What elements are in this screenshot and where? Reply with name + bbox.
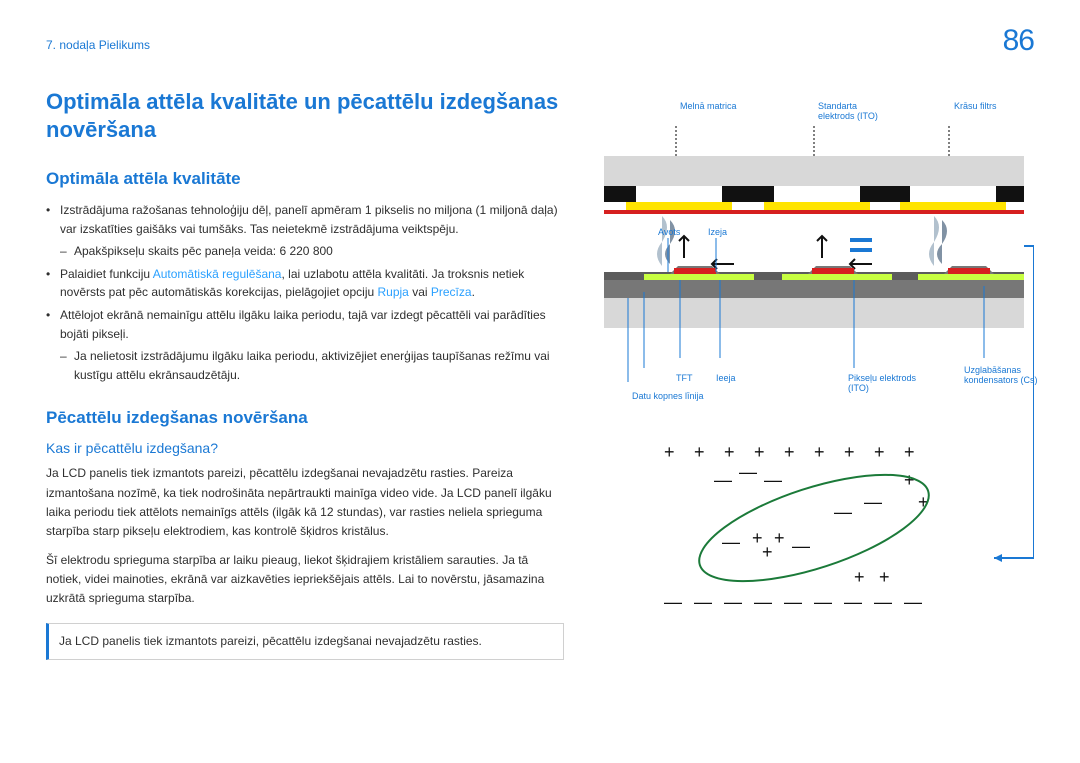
- svg-text:—: —: [784, 592, 802, 612]
- svg-text:—: —: [792, 536, 810, 556]
- inline-highlight: Automātiskā regulēšana: [153, 267, 282, 281]
- content-columns: Optimāla attēla kvalitāte un pēcattēlu i…: [46, 88, 1034, 693]
- svg-text:+: +: [874, 442, 885, 462]
- inline-highlight: Precīza: [431, 285, 472, 299]
- svg-text:+: +: [844, 442, 855, 462]
- svg-text:+: +: [694, 442, 705, 462]
- subsection-heading: Kas ir pēcattēlu izdegšana?: [46, 440, 564, 456]
- svg-text:—: —: [764, 470, 782, 490]
- svg-text:+: +: [879, 567, 890, 587]
- section-heading: Pēcattēlu izdegšanas novēršana: [46, 408, 564, 428]
- diag-label: Ieeja: [716, 374, 736, 384]
- diag-label: Pikseļu elektrods (ITO): [848, 374, 924, 394]
- svg-text:—: —: [714, 470, 732, 490]
- inline-highlight: Rupja: [378, 285, 409, 299]
- svg-text:—: —: [722, 532, 740, 552]
- svg-text:+: +: [904, 470, 915, 490]
- list-item: Palaidiet funkciju Automātiskā regulēšan…: [46, 265, 564, 302]
- svg-text:—: —: [754, 592, 772, 612]
- dash-item: Ja nelietosit izstrādājumu ilgāku laika …: [60, 347, 564, 384]
- svg-text:+: +: [752, 528, 763, 548]
- lcd-layer-diagram: +++ +++ +++ ——— + + —— — —+++ ++ ——— ———…: [604, 88, 1034, 688]
- dash-list: Apakšpikseļu skaits pēc paneļa veida: 6 …: [60, 242, 564, 261]
- dash-list: Ja nelietosit izstrādājumu ilgāku laika …: [60, 347, 564, 384]
- svg-text:—: —: [664, 592, 682, 612]
- page-number: 86: [1003, 24, 1034, 58]
- note-box: Ja LCD panelis tiek izmantots pareizi, p…: [46, 623, 564, 660]
- chapter-label: 7. nodaļa Pielikums: [46, 38, 150, 52]
- svg-text:+: +: [754, 442, 765, 462]
- svg-text:+: +: [854, 567, 865, 587]
- paragraph: Ja LCD panelis tiek izmantots pareizi, p…: [46, 464, 564, 541]
- svg-text:—: —: [864, 492, 882, 512]
- svg-text:+: +: [784, 442, 795, 462]
- diag-label: Standarta elektrods (ITO): [818, 102, 888, 122]
- diag-label: Avots: [658, 228, 680, 238]
- bullet-list: Izstrādājuma ražošanas tehnoloģiju dēļ, …: [46, 201, 564, 384]
- svg-text:+: +: [762, 542, 773, 562]
- svg-text:—: —: [814, 592, 832, 612]
- note-text: Ja LCD panelis tiek izmantots pareizi, p…: [59, 634, 482, 648]
- svg-text:—: —: [904, 592, 922, 612]
- diag-label: Melnā matrica: [680, 102, 737, 112]
- left-column: Optimāla attēla kvalitāte un pēcattēlu i…: [46, 88, 564, 693]
- svg-text:—: —: [739, 462, 757, 482]
- svg-text:+: +: [724, 442, 735, 462]
- svg-text:+: +: [814, 442, 825, 462]
- svg-text:+: +: [904, 442, 915, 462]
- svg-text:—: —: [694, 592, 712, 612]
- page-header: 7. nodaļa Pielikums 86: [46, 38, 1034, 58]
- list-item: Izstrādājuma ražošanas tehnoloģiju dēļ, …: [46, 201, 564, 261]
- svg-text:+: +: [774, 528, 785, 548]
- diag-label: Krāsu filtrs: [954, 102, 997, 112]
- svg-text:—: —: [844, 592, 862, 612]
- dash-item: Apakšpikseļu skaits pēc paneļa veida: 6 …: [60, 242, 564, 261]
- diag-label: Uzglabāšanas kondensators (Cs): [964, 366, 1040, 386]
- svg-text:—: —: [724, 592, 742, 612]
- svg-text:—: —: [834, 502, 852, 522]
- list-item: Attēlojot ekrānā nemainīgu attēlu ilgāku…: [46, 306, 564, 384]
- diag-label: TFT: [676, 374, 693, 384]
- diag-label: Izeja: [708, 228, 727, 238]
- diag-label: Datu kopnes līnija: [632, 392, 704, 402]
- section-heading: Optimāla attēla kvalitāte: [46, 169, 564, 189]
- svg-text:+: +: [664, 442, 675, 462]
- svg-text:—: —: [874, 592, 892, 612]
- page-title: Optimāla attēla kvalitāte un pēcattēlu i…: [46, 88, 564, 143]
- diagram-column: +++ +++ +++ ——— + + —— — —+++ ++ ——— ———…: [604, 88, 1034, 693]
- document-page: 7. nodaļa Pielikums 86 Optimāla attēla k…: [0, 0, 1080, 763]
- paragraph: Šī elektrodu sprieguma starpība ar laiku…: [46, 551, 564, 609]
